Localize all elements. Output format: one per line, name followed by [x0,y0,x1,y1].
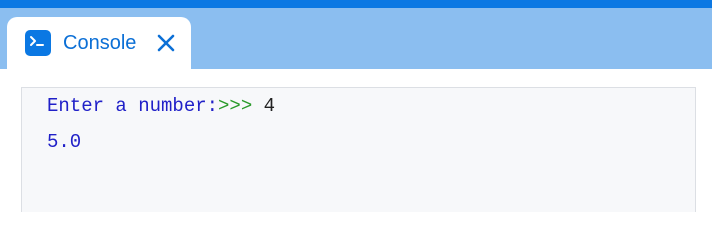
terminal-icon [25,30,51,56]
user-input-value: 4 [263,95,276,117]
tab-content-gap [0,69,712,87]
console-line: Enter a number:>>> 4 [47,95,275,117]
input-prompt: Enter a number: [47,95,219,117]
tab-console[interactable]: Console [7,17,191,69]
console-output[interactable]: Enter a number:>>> 4 5.0 [21,87,696,212]
close-icon[interactable] [155,32,177,54]
console-window: Console Enter a number:>>> 4 5.0 [0,0,712,212]
program-output: 5.0 [47,131,82,153]
console-line: 5.0 [47,131,81,153]
top-accent-stripe [0,0,712,8]
prompt-arrows: >>> [218,95,253,117]
tab-label: Console [63,32,137,54]
